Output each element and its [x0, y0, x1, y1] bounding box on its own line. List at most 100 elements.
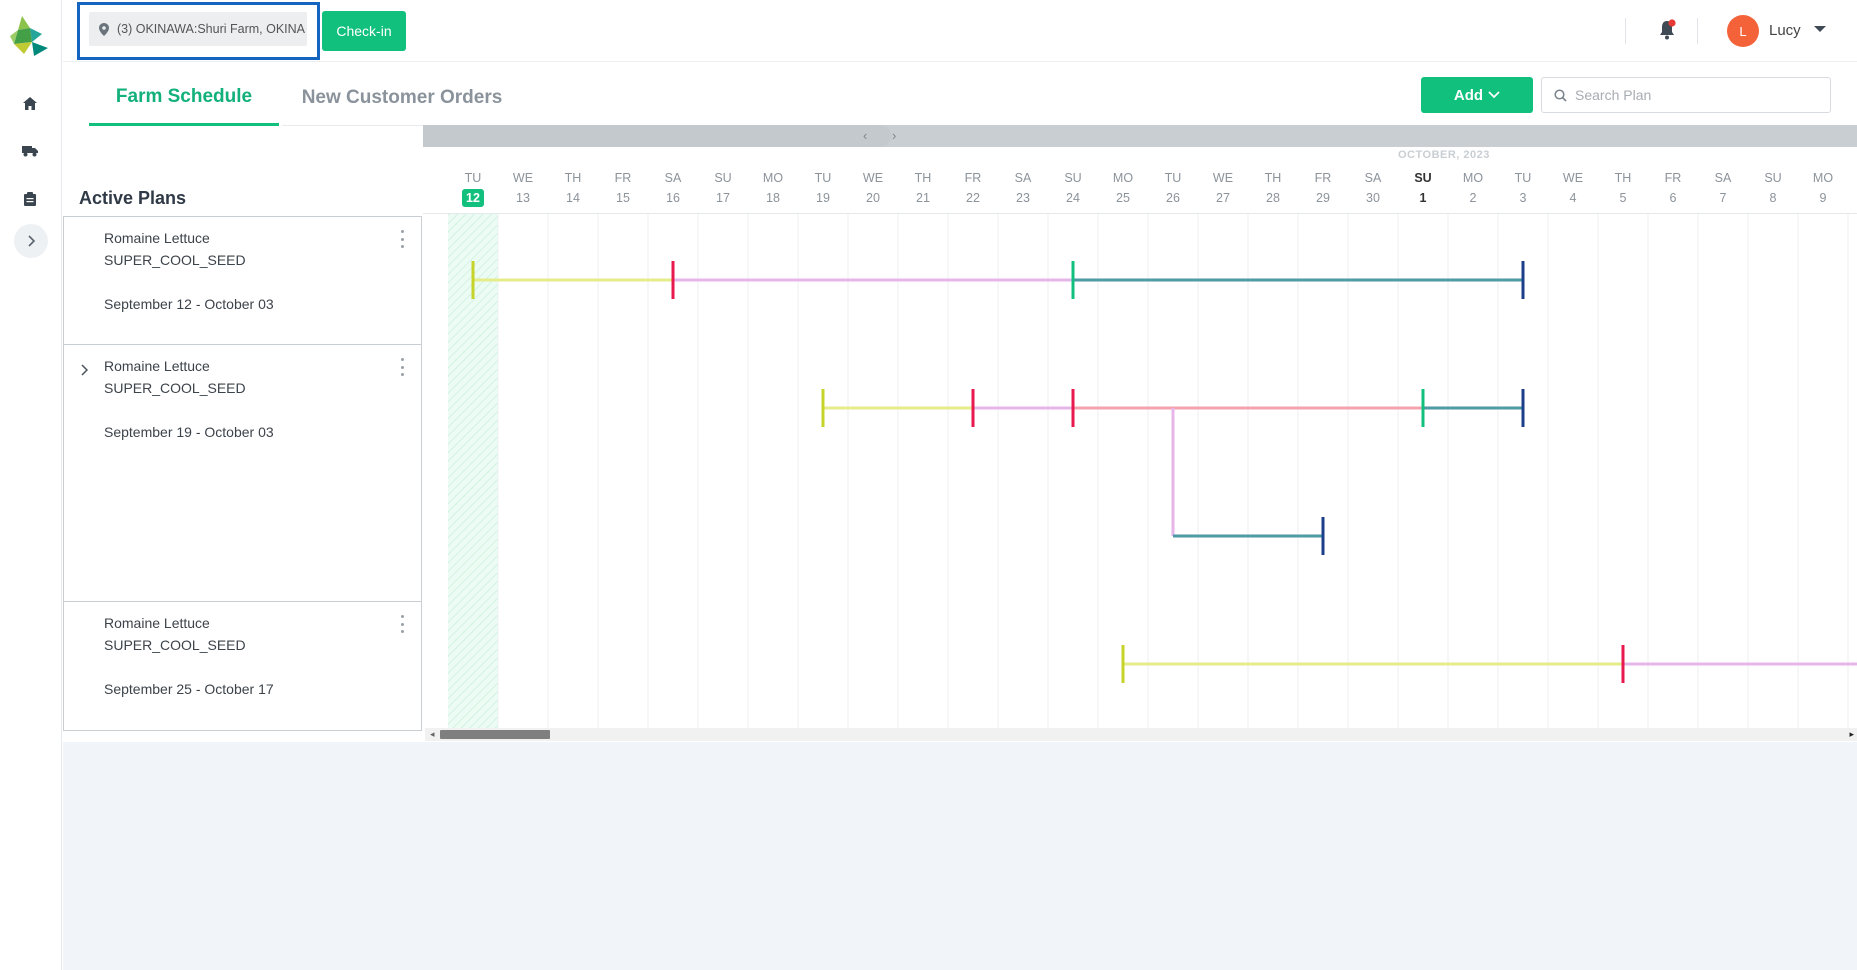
day-abbr: MO [1812, 171, 1834, 185]
more-vertical-icon[interactable] [397, 358, 407, 376]
day-number: 21 [916, 191, 930, 205]
day-column-header: WE 27 [1198, 169, 1248, 207]
day-number: 9 [1819, 191, 1827, 205]
day-number: 20 [866, 191, 880, 205]
day-column-header: SA 30 [1348, 169, 1398, 207]
day-abbr: SU [1064, 171, 1082, 185]
day-abbr: TU [464, 171, 482, 185]
day-column-header: TH 5 [1598, 169, 1648, 207]
user-name[interactable]: Lucy [1769, 22, 1801, 39]
day-number: 1 [1419, 191, 1427, 205]
search-box[interactable] [1541, 77, 1831, 113]
empty-background [63, 742, 1857, 970]
day-abbr: WE [862, 171, 884, 185]
day-abbr: WE [1212, 171, 1234, 185]
plan-dates: September 19 - October 03 [104, 424, 274, 440]
chevron-down-icon [1488, 91, 1500, 99]
location-pin-icon [99, 22, 109, 36]
day-abbr: TU [814, 171, 832, 185]
add-button-label: Add [1453, 86, 1484, 104]
truck-icon[interactable] [18, 139, 42, 163]
day-abbr: SU [714, 171, 732, 185]
day-abbr: TH [914, 171, 932, 185]
timeline-scroll-thumb[interactable] [423, 125, 891, 147]
day-abbr: WE [512, 171, 534, 185]
tab-new-customer-orders[interactable]: New Customer Orders [282, 70, 522, 126]
day-abbr: WE [1562, 171, 1584, 185]
day-abbr: TH [564, 171, 582, 185]
day-abbr: MO [762, 171, 784, 185]
day-abbr: TH [1264, 171, 1282, 185]
day-column-header: MO 9 [1798, 169, 1848, 207]
add-button[interactable]: Add [1421, 77, 1533, 113]
month-label: OCTOBER, 2023 [1398, 149, 1490, 161]
divider [1697, 18, 1698, 44]
day-number: 7 [1719, 191, 1727, 205]
day-number: 14 [566, 191, 580, 205]
top-bar: (3) OKINAWA:Shuri Farm, OKINA Check-in L… [63, 0, 1857, 62]
timeline-scroll-track[interactable]: ‹ › [423, 125, 1857, 147]
day-column-header: TH 28 [1248, 169, 1298, 207]
day-abbr: TU [1514, 171, 1532, 185]
today-badge: 12 [462, 189, 484, 207]
day-number: 8 [1769, 191, 1777, 205]
day-column-header: SA 7 [1698, 169, 1748, 207]
farm-select[interactable]: (3) OKINAWA:Shuri Farm, OKINA [89, 12, 307, 46]
avatar[interactable]: L [1727, 15, 1759, 47]
plan-dates: September 25 - October 17 [104, 681, 274, 697]
plan-card[interactable]: Romaine Lettuce SUPER_COOL_SEED Septembe… [64, 345, 421, 602]
check-in-button[interactable]: Check-in [322, 11, 406, 51]
active-plans-title: Active Plans [79, 188, 187, 208]
more-vertical-icon[interactable] [397, 615, 407, 633]
day-column-header: WE 4 [1548, 169, 1598, 207]
day-number: 15 [616, 191, 630, 205]
tab-farm-schedule[interactable]: Farm Schedule [89, 70, 279, 126]
chevron-left-icon[interactable]: ‹ [863, 128, 867, 143]
clipboard-icon[interactable] [18, 187, 42, 211]
side-rail [0, 0, 62, 970]
day-abbr: TU [1164, 171, 1182, 185]
search-input[interactable] [1575, 87, 1815, 103]
plan-card[interactable]: Romaine Lettuce SUPER_COOL_SEED Septembe… [64, 602, 421, 730]
day-column-header: SA 16 [648, 169, 698, 207]
day-column-header: SU 17 [698, 169, 748, 207]
day-column-header: FR 6 [1648, 169, 1698, 207]
caret-down-icon[interactable] [1813, 24, 1827, 34]
day-number: 26 [1166, 191, 1180, 205]
gantt-timeline: ‹ › OCTOBER, 2023 TU 12 WE 13 TH 14 FR 15 SA 16 SU… [423, 125, 1857, 741]
day-abbr: FR [1664, 171, 1682, 185]
day-column-header: SU 8 [1748, 169, 1798, 207]
scroll-right-icon[interactable]: ▸ [1849, 729, 1854, 740]
day-abbr: SU [1764, 171, 1782, 185]
day-abbr: SA [1364, 171, 1382, 185]
plan-card[interactable]: Romaine Lettuce SUPER_COOL_SEED Septembe… [64, 217, 421, 345]
day-number: 23 [1016, 191, 1030, 205]
scroll-left-icon[interactable]: ◂ [430, 729, 435, 740]
chevron-right-icon [28, 235, 35, 247]
day-number: 4 [1569, 191, 1577, 205]
day-abbr: SA [1714, 171, 1732, 185]
plan-name: Romaine Lettuce [104, 230, 210, 246]
expand-rail-button[interactable] [14, 224, 48, 258]
plan-name: Romaine Lettuce [104, 615, 210, 631]
search-icon [1554, 88, 1567, 102]
scrollbar-thumb[interactable] [440, 730, 550, 739]
day-abbr: MO [1462, 171, 1484, 185]
day-abbr: FR [614, 171, 632, 185]
agri-logo-icon[interactable] [8, 14, 50, 58]
more-vertical-icon[interactable] [397, 230, 407, 248]
day-column-header: TU 12 [448, 169, 498, 207]
notification-dot [1668, 19, 1676, 27]
horizontal-scrollbar[interactable]: ◂ ▸ [425, 728, 1857, 741]
plans-list: Romaine Lettuce SUPER_COOL_SEED Septembe… [63, 216, 422, 731]
chevron-right-icon[interactable]: › [892, 128, 896, 143]
day-number: 29 [1316, 191, 1330, 205]
chevron-right-icon[interactable] [80, 364, 88, 376]
home-icon[interactable] [18, 91, 42, 115]
day-number: 13 [516, 191, 530, 205]
day-number: 17 [716, 191, 730, 205]
day-number: 25 [1116, 191, 1130, 205]
bell-icon[interactable] [1655, 18, 1679, 42]
farm-select-value: (3) OKINAWA:Shuri Farm, OKINA [117, 22, 305, 36]
day-abbr: FR [964, 171, 982, 185]
